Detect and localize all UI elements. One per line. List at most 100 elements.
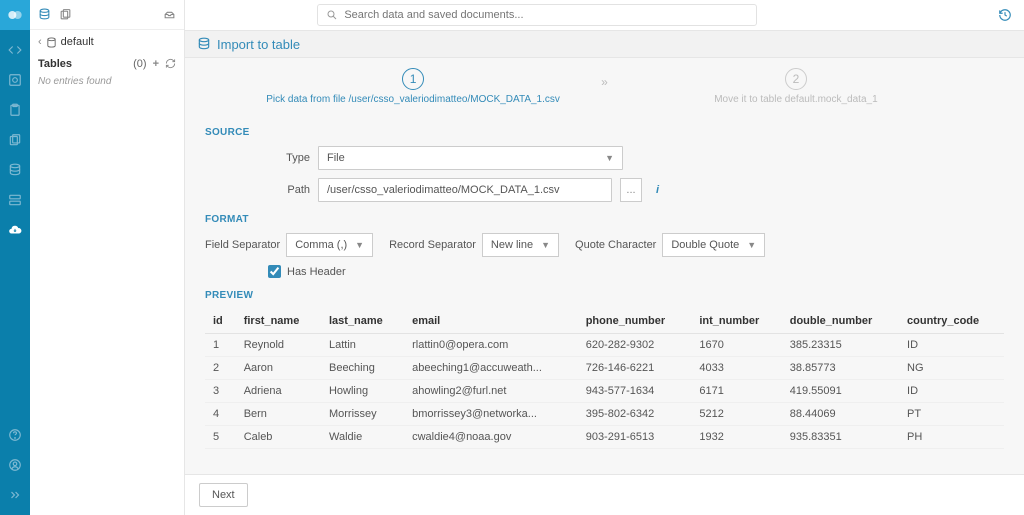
table-cell: 395-802-6342: [578, 403, 692, 426]
tables-heading: Tables: [38, 58, 72, 70]
table-cell: 419.55091: [782, 380, 899, 403]
quote-char-select[interactable]: Double Quote▼: [662, 233, 765, 257]
record-sep-select[interactable]: New line ▼: [482, 233, 559, 257]
dashboard-icon[interactable]: [0, 66, 30, 94]
table-cell: bmorrissey3@networka...: [404, 403, 578, 426]
clipboard-icon[interactable]: [0, 96, 30, 124]
table-cell: 3: [205, 380, 236, 403]
table-row: 2AaronBeechingabeeching1@accuweath...726…: [205, 357, 1004, 380]
table-header: first_name: [236, 309, 321, 334]
table-cell: ID: [899, 380, 1004, 403]
table-cell: Lattin: [321, 334, 404, 357]
page-title-bar: Import to table: [185, 30, 1024, 58]
search-input[interactable]: [344, 9, 748, 21]
has-header-checkbox[interactable]: [268, 265, 281, 278]
step-separator-icon: »: [601, 75, 608, 89]
field-sep-select[interactable]: Comma (,)▼: [286, 233, 373, 257]
tables-count: (0): [133, 58, 146, 70]
table-cell: abeeching1@accuweath...: [404, 357, 578, 380]
step-2-badge: 2: [785, 68, 807, 90]
help-icon[interactable]: [0, 421, 30, 449]
quote-char-label: Quote Character: [575, 239, 656, 251]
back-chevron-icon[interactable]: ‹: [38, 36, 42, 48]
path-input[interactable]: /user/csso_valeriodimatteo/MOCK_DATA_1.c…: [318, 178, 612, 202]
import-cloud-icon[interactable]: [0, 216, 30, 244]
format-heading: FORMAT: [205, 214, 1004, 225]
expand-icon[interactable]: [0, 481, 30, 509]
table-cell: 38.85773: [782, 357, 899, 380]
preview-table: idfirst_namelast_nameemailphone_numberin…: [205, 309, 1004, 449]
type-select[interactable]: File ▼: [318, 146, 623, 170]
path-label: Path: [205, 184, 310, 196]
table-cell: ID: [899, 334, 1004, 357]
table-cell: 620-282-9302: [578, 334, 692, 357]
db-small-icon[interactable]: [38, 8, 51, 21]
db-crumb-icon: [46, 37, 57, 48]
step-1[interactable]: 1 Pick data from file /user/csso_valerio…: [225, 68, 601, 105]
table-header: phone_number: [578, 309, 692, 334]
step-2-label: Move it to table default.mock_data_1: [608, 94, 984, 105]
table-cell: PT: [899, 403, 1004, 426]
table-cell: rlattin0@opera.com: [404, 334, 578, 357]
tables-empty-text: No entries found: [30, 74, 184, 89]
table-cell: 943-577-1634: [578, 380, 692, 403]
table-cell: 1: [205, 334, 236, 357]
step-1-label: Pick data from file /user/csso_valeriodi…: [225, 94, 601, 105]
logo[interactable]: [0, 0, 30, 30]
wizard-steps: 1 Pick data from file /user/csso_valerio…: [185, 58, 1024, 109]
table-row: 3AdrienaHowlingahowling2@furl.net943-577…: [205, 380, 1004, 403]
table-cell: NG: [899, 357, 1004, 380]
database-icon[interactable]: [0, 156, 30, 184]
preview-heading: PREVIEW: [205, 290, 1004, 301]
table-cell: 1670: [691, 334, 781, 357]
table-cell: 6171: [691, 380, 781, 403]
table-cell: Morrissey: [321, 403, 404, 426]
user-icon[interactable]: [0, 451, 30, 479]
search-icon: [326, 9, 338, 21]
wizard-footer: Next: [185, 474, 1024, 515]
step-2: 2 Move it to table default.mock_data_1: [608, 68, 984, 105]
source-heading: SOURCE: [205, 127, 1004, 138]
table-cell: 5: [205, 426, 236, 449]
table-cell: 385.23315: [782, 334, 899, 357]
history-icon[interactable]: [998, 8, 1012, 22]
record-sep-label: Record Separator: [389, 239, 476, 251]
table-header: country_code: [899, 309, 1004, 334]
table-header: double_number: [782, 309, 899, 334]
nav-rail: [0, 0, 30, 515]
record-sep-value: New line: [491, 239, 533, 251]
chevron-down-icon: ▼: [541, 240, 550, 250]
copy-small-icon[interactable]: [59, 8, 72, 21]
info-icon[interactable]: i: [656, 184, 659, 196]
title-db-icon: [197, 37, 211, 51]
chevron-down-icon: ▼: [355, 240, 364, 250]
table-cell: 2: [205, 357, 236, 380]
quote-char-value: Double Quote: [671, 239, 739, 251]
global-search[interactable]: [317, 4, 757, 26]
add-icon[interactable]: +: [153, 58, 159, 70]
outbox-small-icon[interactable]: [163, 8, 176, 21]
page-title: Import to table: [217, 37, 300, 52]
table-cell: 4: [205, 403, 236, 426]
code-icon[interactable]: [0, 36, 30, 64]
main-area: Import to table 1 Pick data from file /u…: [185, 0, 1024, 515]
breadcrumb-db[interactable]: default: [61, 36, 94, 48]
type-value: File: [327, 152, 345, 164]
table-cell: Bern: [236, 403, 321, 426]
table-cell: Aaron: [236, 357, 321, 380]
field-sep-label: Field Separator: [205, 239, 280, 251]
table-header: email: [404, 309, 578, 334]
table-cell: ahowling2@furl.net: [404, 380, 578, 403]
chevron-down-icon: ▼: [605, 153, 614, 163]
files-icon[interactable]: [0, 126, 30, 154]
browse-file-button[interactable]: ...: [620, 178, 642, 202]
table-cell: 1932: [691, 426, 781, 449]
assist-panel: ‹ default Tables (0) + No entries found: [30, 0, 185, 515]
server-icon[interactable]: [0, 186, 30, 214]
refresh-icon[interactable]: [165, 58, 176, 70]
table-header: last_name: [321, 309, 404, 334]
table-cell: PH: [899, 426, 1004, 449]
table-row: 5CalebWaldiecwaldie4@noaa.gov903-291-651…: [205, 426, 1004, 449]
table-cell: Caleb: [236, 426, 321, 449]
next-button[interactable]: Next: [199, 483, 248, 507]
